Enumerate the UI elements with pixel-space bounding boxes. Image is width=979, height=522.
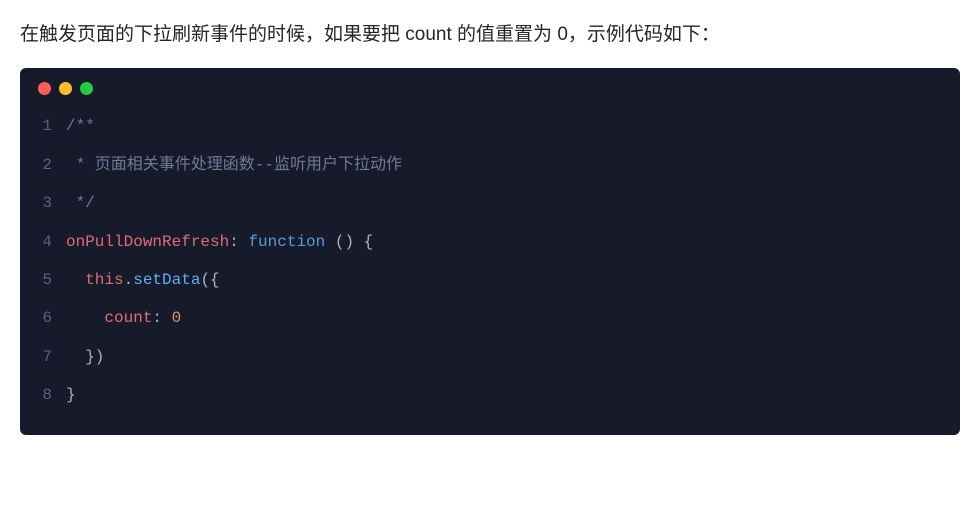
code-token: onPullDownRefresh [66,233,229,251]
intro-text: 在触发页面的下拉刷新事件的时候，如果要把 count 的值重置为 0，示例代码如… [20,20,959,50]
code-token: : [152,309,171,327]
line-content: }) [66,338,104,376]
watermark: 源代码 宸 [886,499,967,516]
code-body: 1/**2 * 页面相关事件处理函数--监听用户下拉动作3 */4onPullD… [20,101,960,434]
code-token: /** [66,117,95,135]
line-content: } [66,376,76,414]
line-number: 1 [20,107,66,145]
code-token: }) [66,348,104,366]
line-number: 2 [20,146,66,184]
code-token: 0 [172,309,182,327]
line-number: 5 [20,261,66,299]
code-line: 1/** [20,107,960,145]
code-line: 6 count: 0 [20,299,960,337]
code-token: this [85,271,123,289]
code-token: ({ [200,271,219,289]
minimize-dot-icon [59,82,72,95]
code-block: 1/**2 * 页面相关事件处理函数--监听用户下拉动作3 */4onPullD… [20,68,960,434]
code-line: 7 }) [20,338,960,376]
line-number: 4 [20,223,66,261]
code-line: 2 * 页面相关事件处理函数--监听用户下拉动作 [20,146,960,184]
code-token: count [104,309,152,327]
code-token: function [248,233,325,251]
line-number: 8 [20,376,66,414]
code-token: * 页面相关事件处理函数--监听用户下拉动作 [66,156,402,174]
code-token: */ [66,194,95,212]
code-token: : [229,233,248,251]
code-token: . [124,271,134,289]
line-number: 6 [20,299,66,337]
maximize-dot-icon [80,82,93,95]
close-dot-icon [38,82,51,95]
line-number: 7 [20,338,66,376]
code-token: setData [133,271,200,289]
line-number: 3 [20,184,66,222]
line-content: * 页面相关事件处理函数--监听用户下拉动作 [66,146,402,184]
code-token [66,271,85,289]
line-content: /** [66,107,95,145]
code-line: 8} [20,376,960,414]
code-token: } [66,386,76,404]
line-content: count: 0 [66,299,181,337]
code-token [66,309,104,327]
code-line: 3 */ [20,184,960,222]
code-line: 4onPullDownRefresh: function () { [20,223,960,261]
code-line: 5 this.setData({ [20,261,960,299]
code-token: () { [325,233,373,251]
line-content: this.setData({ [66,261,220,299]
line-content: onPullDownRefresh: function () { [66,223,373,261]
line-content: */ [66,184,95,222]
title-bar [20,68,960,101]
